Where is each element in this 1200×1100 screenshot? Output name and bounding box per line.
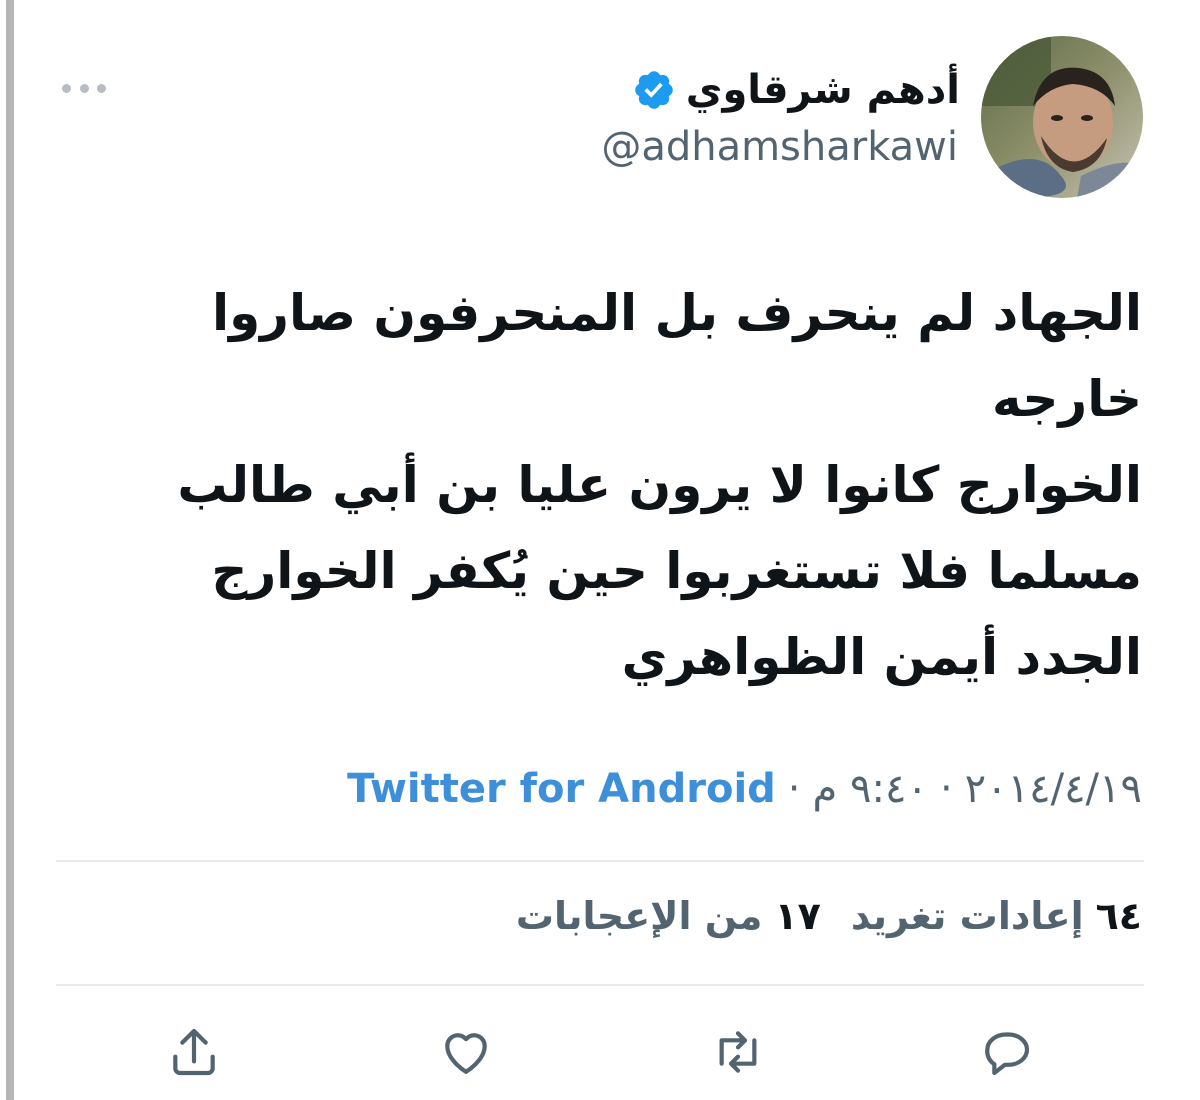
tweet-source-link[interactable]: Twitter for Android xyxy=(347,766,776,812)
like-button[interactable] xyxy=(434,1020,498,1084)
tweet-metadata: ٢٠١٤/٤/١٩ · ٩:٤٠ م · Twitter for Android xyxy=(347,766,1142,812)
engagement-stats: ٦٤ إعادات تغريد ١٧ من الإعجابات xyxy=(516,894,1142,938)
retweet-button[interactable] xyxy=(706,1020,770,1084)
reply-icon xyxy=(985,1032,1030,1076)
retweets-count: ٦٤ xyxy=(1095,894,1142,938)
more-options-icon[interactable] xyxy=(62,76,106,100)
share-button[interactable] xyxy=(162,1020,226,1084)
author-display-name[interactable]: أدهم شرقاوي xyxy=(686,67,960,113)
likes-stat[interactable]: ١٧ من الإعجابات xyxy=(516,894,821,938)
tweet-date[interactable]: ٢٠١٤/٤/١٩ xyxy=(965,766,1142,812)
meta-separator: · xyxy=(787,766,801,812)
tweet-time[interactable]: ٩:٤٠ م xyxy=(813,766,928,812)
reply-button[interactable] xyxy=(974,1020,1038,1084)
share-icon xyxy=(173,1028,215,1076)
tweet-text: الجهاد لم ينحرف بل المنحرفون صاروا خارجه… xyxy=(177,284,1142,686)
left-edge-rule xyxy=(6,0,14,1100)
avatar[interactable] xyxy=(981,36,1143,198)
author-name-row[interactable]: أدهم شرقاوي xyxy=(632,60,960,120)
retweets-label: إعادات تغريد xyxy=(850,894,1084,938)
verified-badge-icon xyxy=(634,71,673,109)
more-dot xyxy=(79,83,89,93)
like-icon xyxy=(445,1033,487,1074)
likes-count: ١٧ xyxy=(774,894,821,938)
more-dot xyxy=(62,83,71,93)
meta-separator: · xyxy=(939,766,953,812)
divider xyxy=(56,860,1144,862)
more-dot xyxy=(97,83,106,93)
likes-label: من الإعجابات xyxy=(515,894,763,938)
divider xyxy=(56,984,1144,986)
author-handle[interactable]: @adhamsharkawi xyxy=(601,124,958,170)
retweets-stat[interactable]: ٦٤ إعادات تغريد xyxy=(851,894,1142,938)
retweet-icon xyxy=(719,1031,757,1073)
tweet-action-bar xyxy=(0,1010,1200,1090)
avatar-image xyxy=(981,36,1143,198)
